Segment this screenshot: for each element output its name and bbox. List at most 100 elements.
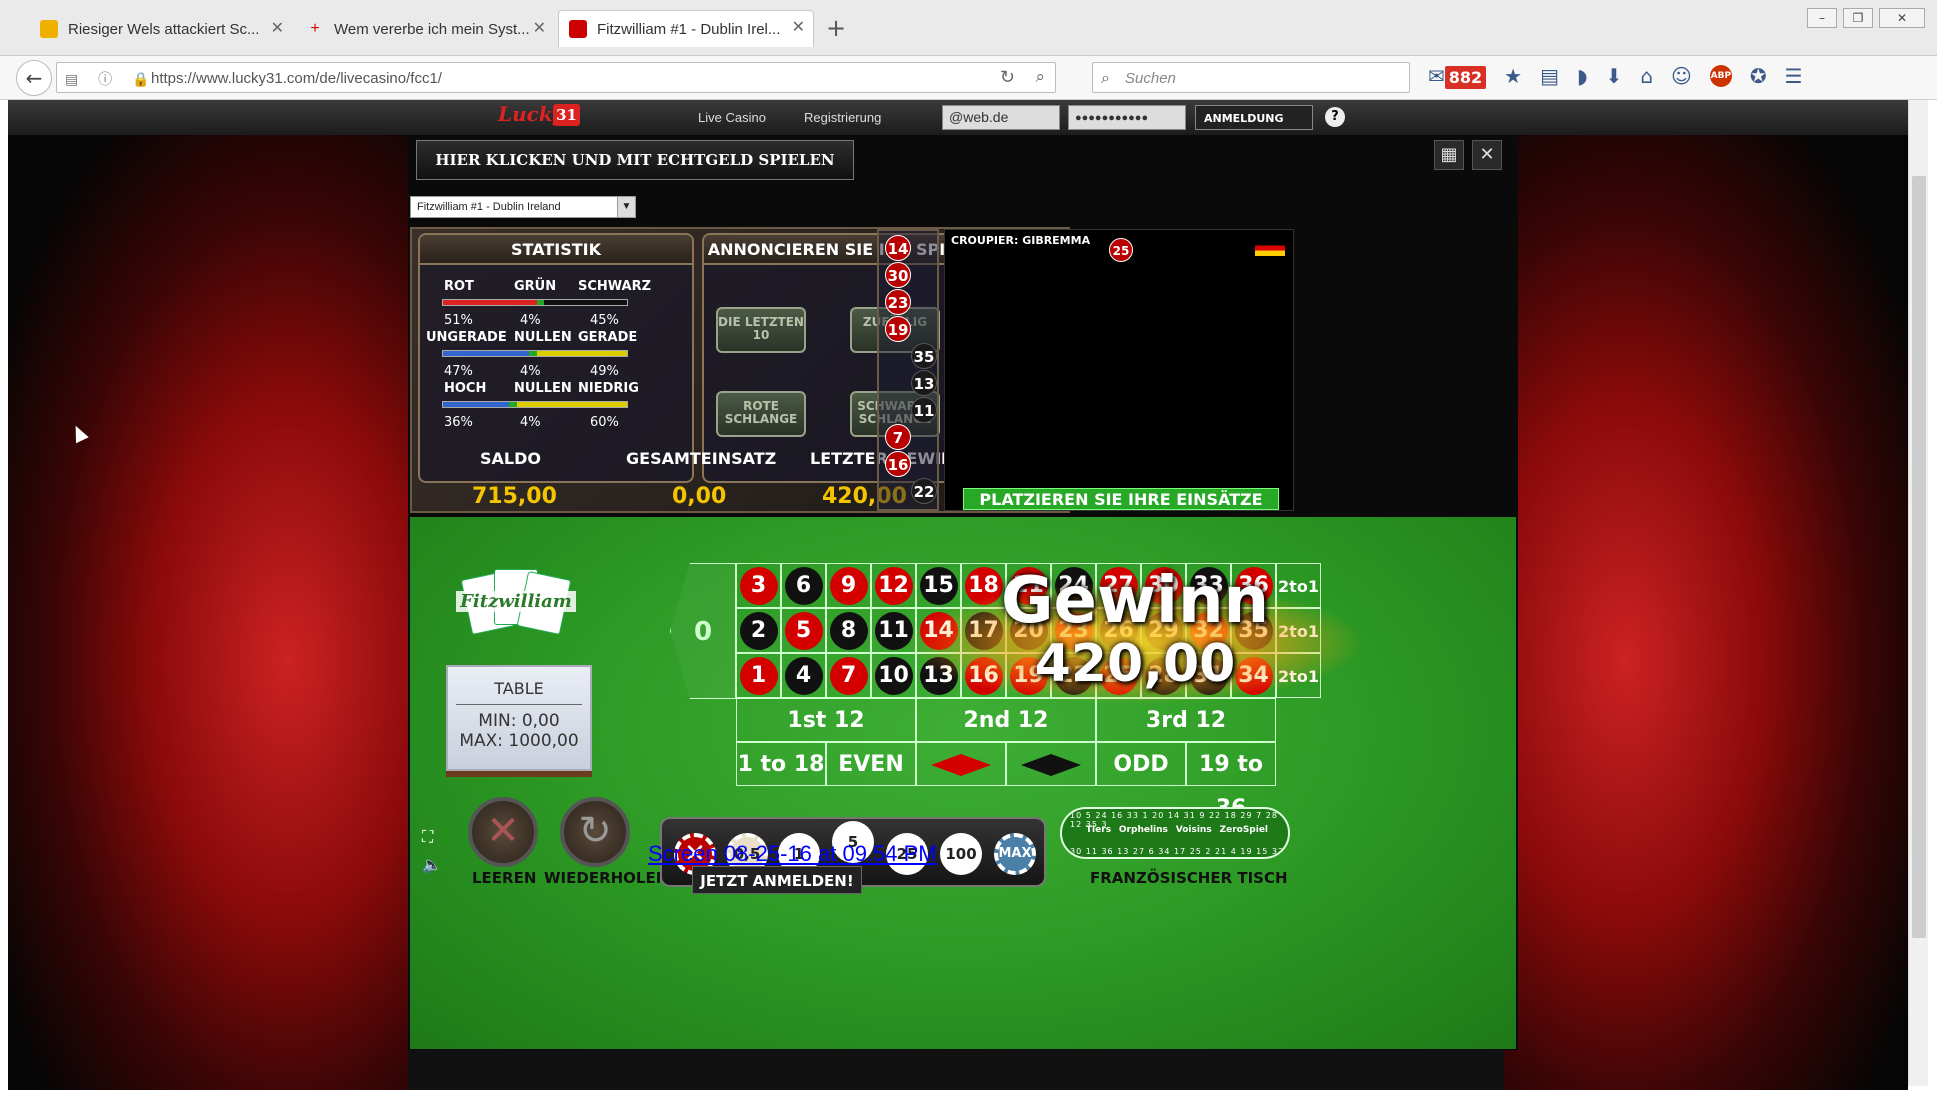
french-table-track[interactable]: 10 5 24 16 33 1 20 14 31 9 22 18 29 7 28… <box>1060 807 1290 859</box>
chip-max[interactable]: MAX <box>994 833 1036 875</box>
number-cell-11[interactable]: 11 <box>871 608 916 653</box>
lucky31-logo[interactable]: Lucky 31 <box>498 102 580 132</box>
number-cell-8[interactable]: 8 <box>826 608 871 653</box>
mail-icon[interactable]: ✉ 882 <box>1428 64 1487 89</box>
total-bet-value: 0,00 <box>672 484 727 509</box>
dozen-bet[interactable]: 3rd 12 <box>1096 698 1276 742</box>
number-label: 6 <box>784 566 823 605</box>
address-bar[interactable]: ▤ ⓘ 🔒 https://www.lucky31.com/de/livecas… <box>56 62 1056 93</box>
even-money-bet[interactable]: 1 to 18 <box>736 742 826 786</box>
bookmark-star-icon[interactable]: ★ <box>1504 64 1522 88</box>
dozen-bet[interactable]: 1st 12 <box>736 698 916 742</box>
stat-bar <box>442 350 628 357</box>
minimize-icon[interactable]: – <box>1807 8 1837 28</box>
nav-live-casino[interactable]: Live Casino <box>698 110 766 125</box>
red-bet[interactable] <box>916 742 1006 786</box>
fitzwilliam-logo: Fitzwilliam <box>456 569 576 639</box>
extension-icon[interactable]: ✪ <box>1750 64 1767 88</box>
roulette-wheel-background-left <box>8 135 408 1090</box>
adblock-icon[interactable]: ABP <box>1709 65 1732 87</box>
register-now-button[interactable]: JETZT ANMELDEN! <box>692 866 862 894</box>
new-tab-icon[interactable]: + <box>826 14 846 42</box>
stat-percent: 4% <box>520 415 541 430</box>
scrollbar-thumb[interactable] <box>1912 176 1926 938</box>
close-game-icon[interactable]: ✕ <box>1472 140 1502 170</box>
back-arrow-icon[interactable]: ← <box>16 60 52 96</box>
real-money-button[interactable]: HIER KLICKEN UND MIT ECHTGELD SPIELEN <box>416 140 854 180</box>
tab-riesiger-wels[interactable]: Riesiger Wels attackiert Sc... ✕ <box>30 12 292 46</box>
pocket-icon[interactable]: ◗ <box>1577 64 1588 88</box>
section-orphelins[interactable]: Orphelins <box>1119 825 1168 835</box>
roulette-wheel-background-right <box>1504 135 1908 1090</box>
number-cell-6[interactable]: 6 <box>781 563 826 608</box>
page-scrollbar[interactable] <box>1908 100 1928 1086</box>
stat-bar-segment <box>516 402 627 407</box>
sound-icon[interactable]: 🔈 <box>422 855 442 874</box>
section-tiers[interactable]: Tiers <box>1086 825 1111 835</box>
table-select[interactable]: Fitzwilliam #1 - Dublin Ireland ▼ <box>410 196 636 218</box>
repeat-bets-button[interactable]: ↻ <box>560 797 630 867</box>
win-amount: 420,00 <box>1034 634 1236 694</box>
stat-percent: 45% <box>590 313 619 328</box>
home-icon[interactable]: ⌂ <box>1640 64 1653 88</box>
statistics-title: STATISTIK <box>420 235 692 265</box>
number-cell-1[interactable]: 1 <box>736 653 781 698</box>
number-cell-15[interactable]: 15 <box>916 563 961 608</box>
download-icon[interactable]: ⬇ <box>1606 64 1623 88</box>
number-cell-5[interactable]: 5 <box>781 608 826 653</box>
red-snake-button[interactable]: ROTE SCHLANGE <box>716 391 806 437</box>
number-cell-2[interactable]: 2 <box>736 608 781 653</box>
nav-registrierung[interactable]: Registrierung <box>804 110 881 125</box>
zero-cell[interactable]: 0 <box>670 563 736 699</box>
roulette-felt: Fitzwilliam TABLE MIN: 0,00 MAX: 1000,00… <box>410 517 1516 1049</box>
last-10-button[interactable]: DIE LETZTEN 10 <box>716 307 806 353</box>
stat-bar-segment <box>536 300 545 305</box>
close-tab-icon[interactable]: ✕ <box>271 18 284 38</box>
history-number: 13 <box>911 370 937 396</box>
stat-label: NIEDRIG <box>578 381 639 396</box>
password-field[interactable]: ●●●●●●●●●●● <box>1068 105 1186 130</box>
clear-bets-button[interactable]: ✕ <box>468 797 538 867</box>
black-bet[interactable] <box>1006 742 1096 786</box>
section-voisins[interactable]: Voisins <box>1176 825 1212 835</box>
number-cell-10[interactable]: 10 <box>871 653 916 698</box>
number-cell-9[interactable]: 9 <box>826 563 871 608</box>
restore-icon[interactable]: ❐ <box>1843 8 1873 28</box>
email-field[interactable]: @web.de <box>942 105 1060 130</box>
search-input[interactable]: ⌕ Suchen <box>1092 62 1410 93</box>
club-name: Fitzwilliam <box>456 591 576 612</box>
grid-view-icon[interactable]: ▦ <box>1434 140 1464 170</box>
tab-fitzwilliam[interactable]: Fitzwilliam #1 - Dublin Irel... ✕ <box>558 10 814 47</box>
chip-100[interactable]: 100 <box>940 833 982 875</box>
magnifier-icon[interactable]: ⌕ <box>1035 67 1045 87</box>
reading-list-icon[interactable]: ▤ <box>1540 64 1559 88</box>
number-cell-3[interactable]: 3 <box>736 563 781 608</box>
fullscreen-icon[interactable]: ⛶ <box>422 827 433 847</box>
close-tab-icon[interactable]: ✕ <box>792 17 805 37</box>
number-cell-4[interactable]: 4 <box>781 653 826 698</box>
even-money-bet[interactable]: 19 to 36 <box>1186 742 1276 821</box>
stat-percent: 51% <box>444 313 473 328</box>
even-money-bet[interactable]: EVEN <box>826 742 916 786</box>
number-label: 10 <box>874 656 913 695</box>
close-window-icon[interactable]: ✕ <box>1879 8 1925 28</box>
last-number-badge: 25 <box>1109 238 1133 262</box>
help-icon[interactable]: ? <box>1325 107 1345 127</box>
section-zerospiel[interactable]: ZeroSpiel <box>1220 825 1268 835</box>
chevron-down-icon[interactable]: ▼ <box>617 197 635 217</box>
chat-icon[interactable]: ☺ <box>1671 64 1692 88</box>
table-select-value: Fitzwilliam #1 - Dublin Ireland <box>417 201 561 213</box>
site-info-icons[interactable]: ▤ ⓘ 🔒 <box>65 69 157 89</box>
number-cell-12[interactable]: 12 <box>871 563 916 608</box>
tab-wem-vererbe[interactable]: + Wem vererbe ich mein Syst... ✕ <box>296 12 554 46</box>
diamond-icon <box>1021 754 1081 776</box>
number-cell-7[interactable]: 7 <box>826 653 871 698</box>
french-sections: Tiers Orphelins Voisins ZeroSpiel <box>1082 825 1272 835</box>
menu-icon[interactable]: ☰ <box>1785 64 1803 88</box>
dozen-bet[interactable]: 2nd 12 <box>916 698 1096 742</box>
close-tab-icon[interactable]: ✕ <box>533 18 546 38</box>
reload-icon[interactable]: ↻ <box>1000 67 1015 88</box>
even-money-bet[interactable]: ODD <box>1096 742 1186 786</box>
german-flag-icon[interactable] <box>1255 240 1285 256</box>
login-button[interactable]: ANMELDUNG <box>1195 105 1313 130</box>
